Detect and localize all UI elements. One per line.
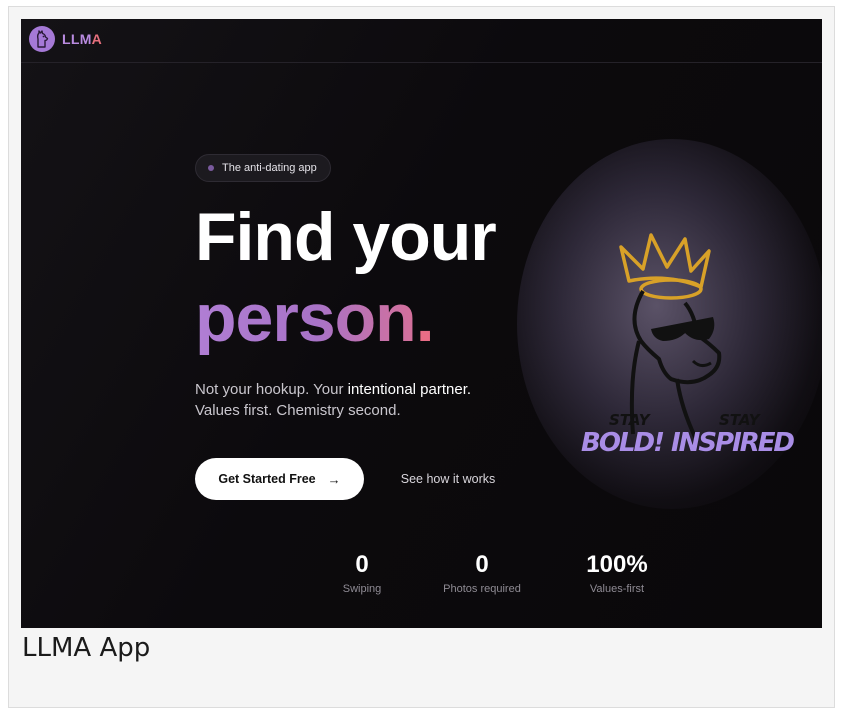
subtitle-line2: Values first. Chemistry second. (195, 402, 401, 419)
get-started-label: Get Started Free (218, 472, 316, 486)
stat-photos: 0 Photos required (422, 551, 542, 595)
llama-crown-sunglasses-illustration: STAY STAY BOLD! INSPIRED (581, 233, 795, 458)
stat-label: Values-first (589, 583, 645, 595)
brand-name-part1: LLM (62, 31, 92, 47)
stat-values-first: 100% Values-first (557, 551, 677, 595)
illustration-text-bold: BOLD! (581, 428, 665, 458)
screenshot-caption: LLMA App (22, 633, 151, 663)
stat-swiping: 0 Swiping (302, 551, 422, 595)
illustration-text-stay-right: STAY (719, 411, 762, 429)
hero-headline-word: person (195, 280, 417, 356)
hero-headline-line2: person. (195, 278, 435, 358)
hero-badge: The anti-dating app (195, 154, 331, 182)
hero-headline-line1: Find your (195, 199, 497, 275)
illustration-text-inspired: INSPIRED (671, 428, 795, 458)
stat-value: 100% (586, 551, 648, 578)
arrow-right-icon: → (327, 471, 341, 487)
see-how-it-works-link[interactable]: See how it works (386, 468, 510, 490)
brand-name[interactable]: LLMA (62, 31, 102, 47)
top-nav: LLMA (21, 19, 822, 63)
stat-label: Photos required (443, 583, 521, 595)
subtitle-text: Not your hookup. Your (195, 381, 348, 398)
brand-name-part2: A (91, 31, 103, 47)
stat-value: 0 (475, 551, 489, 578)
subtitle-highlight: intentional partner. (347, 381, 472, 398)
stat-label: Swiping (342, 583, 382, 595)
badge-text: The anti-dating app (222, 162, 317, 174)
badge-dot-icon (208, 165, 214, 171)
stat-value: 0 (355, 551, 369, 578)
illustration-text-stay-left: STAY (609, 411, 652, 429)
hero-headline-dot: . (415, 280, 435, 356)
get-started-button[interactable]: Get Started Free → (195, 458, 364, 500)
app-screen: LLMA STAY STAY BOLD! INSPIRED The anti-d… (21, 19, 822, 628)
llama-logo-icon[interactable] (29, 26, 55, 52)
hero-subtitle: Not your hookup. Your intentional partne… (195, 379, 471, 421)
